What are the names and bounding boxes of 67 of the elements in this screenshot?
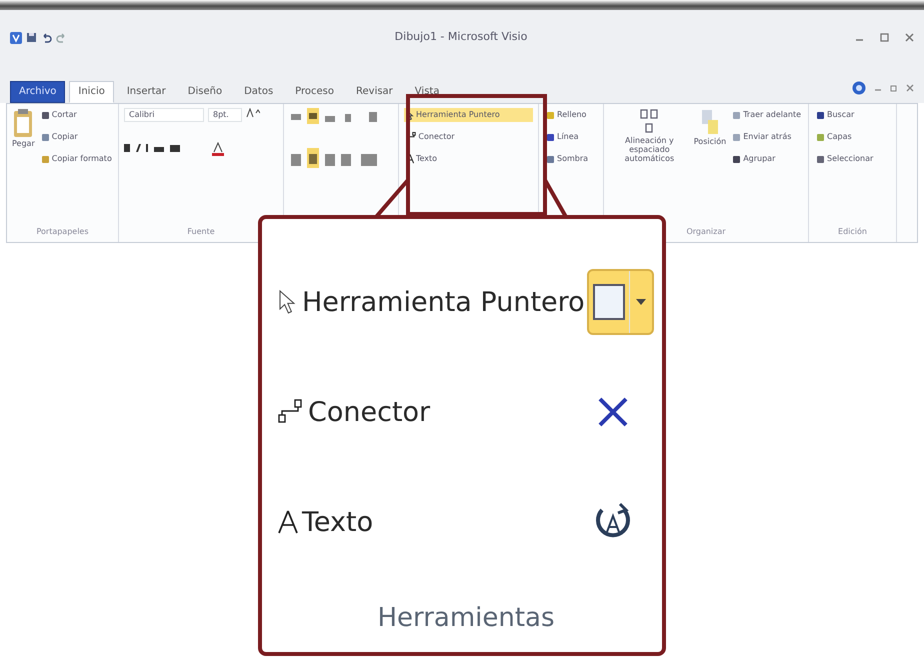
group-label: Edición xyxy=(837,226,868,238)
shape-icon xyxy=(732,132,742,142)
shape-icon xyxy=(40,154,50,164)
ribbon-tab[interactable]: Proceso xyxy=(286,81,343,103)
close-icon xyxy=(905,33,914,42)
ribbon-tab[interactable]: Revisar xyxy=(347,81,402,103)
help-icon xyxy=(852,81,866,95)
caret-icon xyxy=(634,297,648,307)
ribbon-button[interactable]: Cortar xyxy=(38,108,114,122)
save-icon xyxy=(26,32,37,42)
auto-align-button[interactable]: Alineación y espaciado automáticos xyxy=(609,108,690,164)
ribbon-button[interactable]: Capas xyxy=(814,130,876,144)
clipboard-icon xyxy=(12,108,34,138)
ribbon-tab[interactable]: Datos xyxy=(235,81,282,103)
font-size-field[interactable]: 8pt. xyxy=(208,108,242,122)
rectangle-tool-button[interactable] xyxy=(587,269,654,335)
shape-icon xyxy=(816,132,825,142)
shape-icon xyxy=(732,110,742,120)
delete-icon xyxy=(596,395,630,429)
group-label: Organizar xyxy=(685,226,727,238)
close-icon xyxy=(906,84,914,92)
position-button[interactable]: Posición xyxy=(694,108,726,148)
position-icon xyxy=(700,108,720,136)
paste-button[interactable]: Pegar xyxy=(12,108,35,150)
restore-icon xyxy=(890,84,898,92)
ribbon-button[interactable]: Seleccionar xyxy=(814,152,876,166)
redo-icon xyxy=(56,32,67,42)
shape-icon xyxy=(546,132,555,142)
text-tool-icon xyxy=(278,510,298,534)
shape-icon xyxy=(546,110,555,120)
ribbon-button[interactable]: Línea xyxy=(544,130,590,144)
shape-icon xyxy=(546,154,555,164)
ribbon-button[interactable]: Sombra xyxy=(544,152,590,166)
shape-icon xyxy=(40,110,50,120)
font-name-field[interactable]: Calibri xyxy=(124,108,204,122)
ribbon-button[interactable]: Copiar formato xyxy=(38,152,114,166)
ribbon-tab[interactable]: Inicio xyxy=(69,81,114,103)
tool-button[interactable]: Texto xyxy=(404,152,533,166)
tool-button[interactable]: Herramienta Puntero xyxy=(278,288,587,316)
shape-icon xyxy=(816,110,825,120)
ribbon-tab[interactable]: Insertar xyxy=(118,81,175,103)
undo-icon xyxy=(41,32,52,42)
maximize-icon xyxy=(880,33,889,42)
ribbon-button[interactable]: Enviar atrás xyxy=(730,130,803,144)
ribbon-tab[interactable]: Diseño xyxy=(178,81,232,103)
tool-button[interactable]: Conector xyxy=(404,130,533,144)
tool-button[interactable]: Conector xyxy=(278,398,596,426)
ribbon-button[interactable]: Relleno xyxy=(544,108,590,122)
font-color-icon xyxy=(212,142,224,156)
tool-button[interactable]: Texto xyxy=(278,508,594,536)
grow-font-icon xyxy=(246,108,260,118)
visio-logo-icon xyxy=(10,32,22,44)
shape-icon xyxy=(732,154,742,164)
pointer-icon xyxy=(278,289,298,315)
ribbon-tab[interactable]: Archivo xyxy=(10,81,66,103)
group-label: Portapapeles xyxy=(35,226,90,238)
window-title: Dibujo1 - Microsoft Visio xyxy=(394,29,528,46)
group-label: Herramientas xyxy=(376,602,556,635)
shape-icon xyxy=(40,132,50,142)
ribbon-button[interactable]: Traer adelante xyxy=(730,108,803,122)
ribbon-button[interactable]: Copiar xyxy=(38,130,114,144)
ribbon-button[interactable]: Agrupar xyxy=(730,152,803,166)
ribbon-button[interactable]: Buscar xyxy=(814,108,876,122)
connector-icon xyxy=(278,399,304,425)
group-label: Fuente xyxy=(186,226,216,238)
ribbon-tab[interactable]: Vista xyxy=(406,81,448,103)
shape-icon xyxy=(816,154,825,164)
